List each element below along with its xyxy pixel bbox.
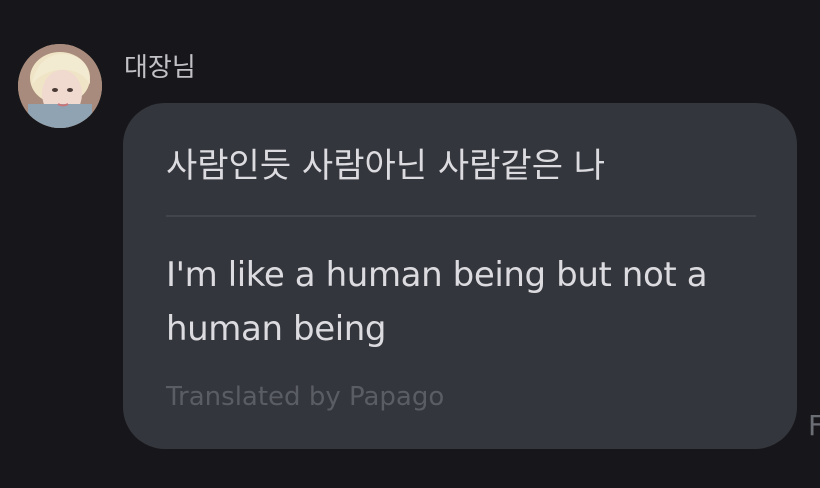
translated-message-text: I'm like a human being but not a human b… — [166, 255, 708, 349]
sender-name: 대장님 — [124, 53, 196, 83]
translation-divider — [166, 215, 756, 217]
sender-avatar[interactable] — [18, 44, 102, 128]
message-bubble[interactable]: 사람인듯 사람아닌 사람같은 나 I'm like a human being … — [123, 103, 797, 449]
cropped-edge-text: F — [808, 409, 820, 442]
translator-credit: Translated by Papago — [166, 382, 445, 412]
original-message-text: 사람인듯 사람아닌 사람같은 나 — [166, 146, 606, 186]
profile-photo-icon — [18, 44, 102, 128]
